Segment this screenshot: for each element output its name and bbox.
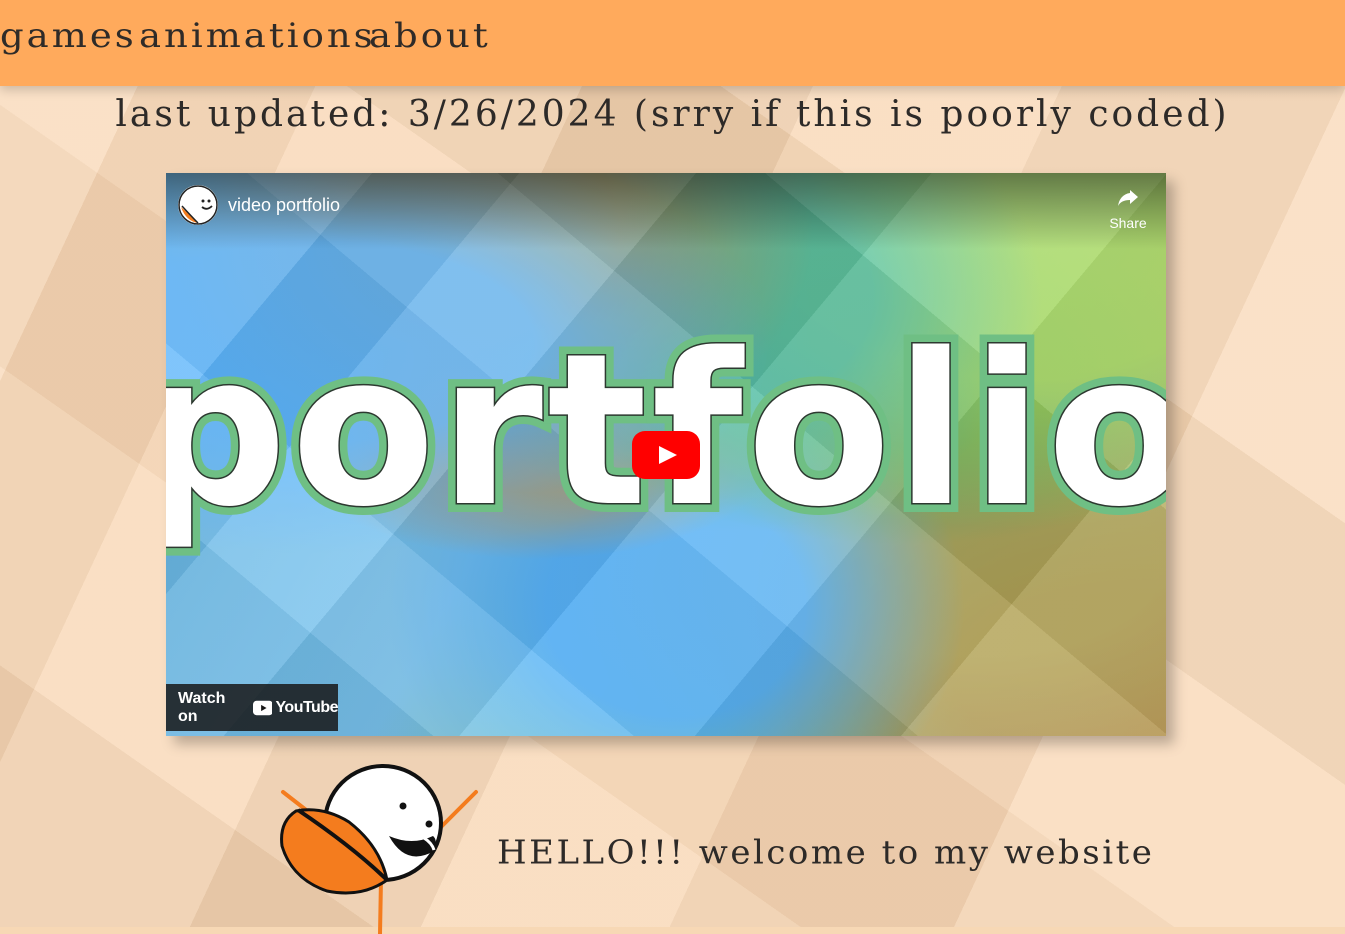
watch-on-label: Watch on: [178, 689, 226, 725]
youtube-logo-icon: [252, 700, 273, 715]
nav-link-animations[interactable]: animations: [139, 16, 376, 56]
welcome-message: HELLO!!! welcome to my website: [497, 834, 1155, 872]
embedded-video-player[interactable]: video portfolio Share portfolio portfoli…: [166, 173, 1166, 736]
play-button[interactable]: [632, 431, 700, 479]
nav-link-games[interactable]: games: [0, 16, 137, 56]
nav-link-about[interactable]: about: [369, 16, 491, 56]
last-updated-text: last updated: 3/26/2024 (srry if this is…: [115, 94, 1230, 135]
mascot-illustration: [280, 764, 478, 934]
watch-on-youtube-button[interactable]: Watch on YouTube: [166, 684, 338, 731]
youtube-brand-label: YouTube: [275, 698, 338, 716]
play-icon: [632, 431, 700, 479]
nav-bar: games animations about: [0, 0, 1345, 86]
